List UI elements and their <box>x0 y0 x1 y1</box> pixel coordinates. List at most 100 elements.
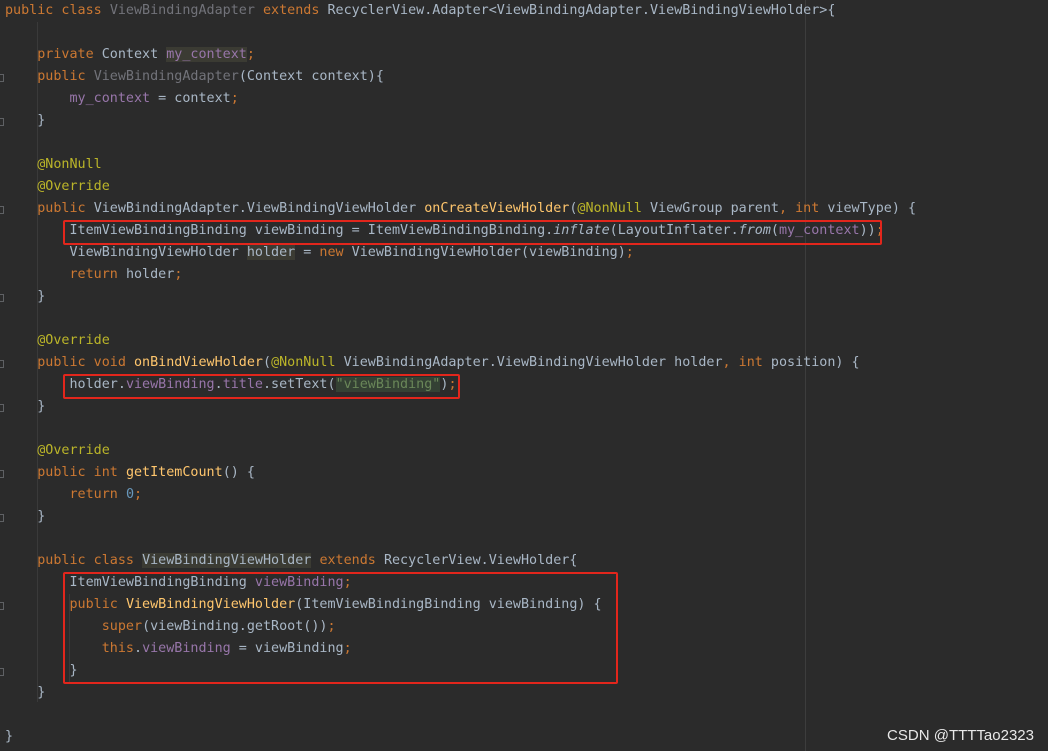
code-line[interactable]: private Context my_context; <box>5 44 255 66</box>
code-line[interactable]: ViewBindingViewHolder holder = new ViewB… <box>5 242 634 264</box>
code-token: onCreateViewHolder <box>424 201 570 216</box>
code-token: return <box>69 487 126 502</box>
code-line[interactable]: @NonNull <box>5 154 102 176</box>
code-line[interactable]: return holder; <box>5 264 183 286</box>
code-token: public class <box>5 3 110 18</box>
code-token: @NonNull <box>5 157 102 172</box>
code-token: int <box>795 201 828 216</box>
watermark: CSDN @TTTTao2323 <box>887 727 1034 744</box>
code-token: onBindViewHolder <box>134 355 263 370</box>
code-token: } <box>5 685 46 700</box>
code-token: viewType) { <box>827 201 917 216</box>
code-token: } <box>5 399 46 414</box>
code-token: return <box>69 267 126 282</box>
code-line[interactable]: public void onBindViewHolder(@NonNull Vi… <box>5 352 860 374</box>
code-token: ; <box>134 487 143 502</box>
code-editor[interactable]: public class ViewBindingAdapter extends … <box>0 0 1048 751</box>
highlight-box-viewholder <box>63 572 618 684</box>
code-token: = <box>295 245 320 260</box>
code-token: ViewBindingViewHolder(viewBinding) <box>351 245 626 260</box>
code-token: public void <box>5 355 134 370</box>
code-line[interactable]: public class ViewBindingAdapter extends … <box>5 0 835 22</box>
code-token: extends <box>263 3 328 18</box>
fold-marker-icon[interactable] <box>0 360 4 368</box>
fold-marker-icon[interactable] <box>0 470 4 478</box>
code-token: @Override <box>5 443 110 458</box>
code-token: ViewBindingAdapter.ViewBindingViewHolder <box>93 201 425 216</box>
code-line[interactable]: public class ViewBindingViewHolder exten… <box>5 550 577 572</box>
code-token: , <box>778 201 796 216</box>
code-token: position) { <box>770 355 860 370</box>
code-token: public <box>5 69 94 84</box>
code-token: holder <box>125 267 175 282</box>
code-token: } <box>5 113 46 128</box>
code-token: public <box>5 201 94 216</box>
code-token: int <box>738 355 771 370</box>
fold-marker-icon[interactable] <box>0 404 4 412</box>
fold-marker-icon[interactable] <box>0 602 4 610</box>
code-token: ViewBindingViewHolder <box>142 553 312 568</box>
code-line[interactable]: public int getItemCount() { <box>5 462 255 484</box>
code-token: extends <box>319 553 384 568</box>
code-line[interactable]: } <box>5 110 45 132</box>
code-token: = context <box>150 91 231 106</box>
code-token: Context <box>101 47 167 62</box>
right-margin-guide <box>805 0 806 751</box>
code-token: } <box>5 729 14 744</box>
code-line[interactable]: } <box>5 726 13 748</box>
code-token: RecyclerView.Adapter<ViewBindingAdapter.… <box>327 3 836 18</box>
code-line[interactable]: public ViewBindingAdapter.ViewBindingVie… <box>5 198 916 220</box>
code-token: holder <box>246 245 296 260</box>
code-token: @NonNull <box>271 355 344 370</box>
code-token: ViewBindingAdapter <box>93 69 239 84</box>
fold-marker-icon[interactable] <box>0 668 4 676</box>
code-token: @Override <box>5 333 110 348</box>
code-token: my_context <box>166 47 247 62</box>
fold-marker-icon[interactable] <box>0 118 4 126</box>
code-token: @Override <box>5 179 110 194</box>
code-line[interactable]: } <box>5 396 45 418</box>
highlight-box-settext <box>63 374 460 399</box>
code-line[interactable]: return 0; <box>5 484 143 506</box>
code-token: ( <box>263 355 272 370</box>
code-token: my_context <box>69 91 151 106</box>
code-token: public class <box>5 553 143 568</box>
code-token: public int <box>5 465 126 480</box>
code-line[interactable]: @Override <box>5 330 110 352</box>
code-token: private <box>5 47 102 62</box>
highlight-box-inflate <box>63 220 882 245</box>
code-token: (Context context){ <box>238 69 384 84</box>
fold-marker-icon[interactable] <box>0 514 4 522</box>
code-line[interactable]: my_context = context; <box>5 88 239 110</box>
code-token: @NonNull <box>577 201 650 216</box>
code-token: } <box>5 289 46 304</box>
code-line[interactable]: @Override <box>5 440 110 462</box>
code-token: ViewBindingViewHolder <box>5 245 247 260</box>
code-token: } <box>5 509 46 524</box>
code-token: ViewBindingAdapter <box>109 3 263 18</box>
code-token: , <box>722 355 739 370</box>
fold-marker-icon[interactable] <box>0 74 4 82</box>
fold-marker-icon[interactable] <box>0 206 4 214</box>
code-line[interactable]: } <box>5 506 45 528</box>
code-line[interactable]: } <box>5 286 45 308</box>
fold-marker-icon[interactable] <box>0 294 4 302</box>
code-token: 0 <box>125 487 134 502</box>
code-line[interactable]: } <box>5 682 45 704</box>
code-token: ; <box>230 91 239 106</box>
code-token: new <box>319 245 352 260</box>
code-token: getItemCount <box>125 465 223 480</box>
code-token: ; <box>246 47 255 62</box>
code-token: ViewBindingAdapter.ViewBindingViewHolder… <box>343 355 723 370</box>
code-token: ; <box>625 245 634 260</box>
code-token: RecyclerView.ViewHolder{ <box>383 553 578 568</box>
code-token: ViewGroup parent <box>649 201 779 216</box>
code-line[interactable]: @Override <box>5 176 110 198</box>
code-token: () { <box>222 465 255 480</box>
code-token: ; <box>174 267 183 282</box>
code-line[interactable]: public ViewBindingAdapter(Context contex… <box>5 66 384 88</box>
